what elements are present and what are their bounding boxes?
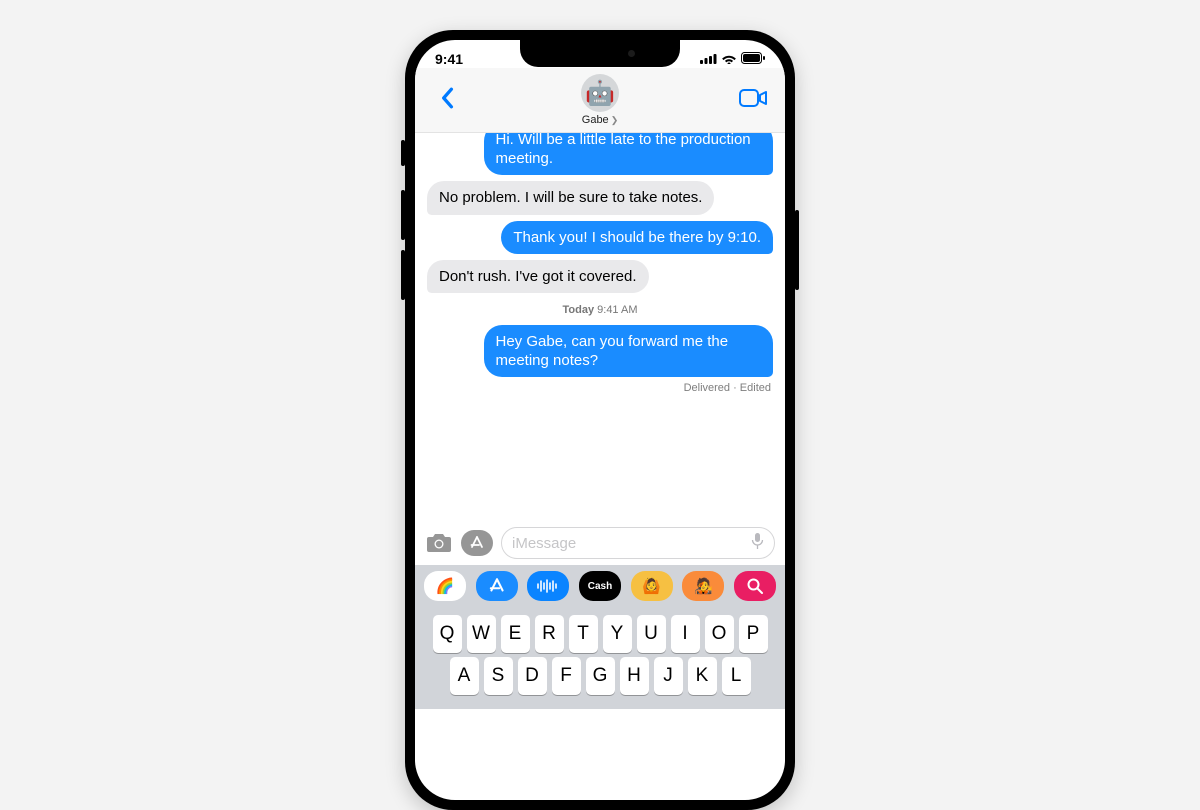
- key-e[interactable]: E: [501, 615, 530, 653]
- facetime-button[interactable]: [739, 89, 767, 112]
- key-k[interactable]: K: [688, 657, 717, 695]
- message-status-label: Delivered · Edited: [684, 382, 771, 394]
- battery-icon: [741, 51, 765, 67]
- status-indicators: [700, 51, 765, 67]
- wifi-icon: [721, 51, 737, 67]
- key-a[interactable]: A: [450, 657, 479, 695]
- phone-screen: 9:41 🤖: [415, 40, 785, 800]
- key-w[interactable]: W: [467, 615, 496, 653]
- timestamp-label: Today 9:41 AM: [423, 304, 777, 316]
- app-appstore[interactable]: [476, 571, 518, 601]
- message-bubble[interactable]: Hi. Will be a little late to the product…: [484, 133, 774, 175]
- message-placeholder: iMessage: [512, 535, 576, 552]
- chevron-right-icon: ❯: [611, 115, 619, 126]
- app-memoji2[interactable]: 🧑‍🎤: [682, 571, 724, 601]
- key-i[interactable]: I: [671, 615, 700, 653]
- app-search[interactable]: [734, 571, 776, 601]
- phone-frame: 9:41 🤖: [405, 30, 795, 810]
- notch: [520, 40, 680, 67]
- avatar: 🤖: [581, 74, 619, 112]
- status-time: 9:41: [435, 51, 463, 67]
- key-u[interactable]: U: [637, 615, 666, 653]
- key-s[interactable]: S: [484, 657, 513, 695]
- app-strip: 🌈 Cash 🙆 🧑‍🎤: [415, 565, 785, 607]
- message-bubble[interactable]: Hey Gabe, can you forward me the meeting…: [484, 325, 774, 377]
- message-thread[interactable]: Hi. Will be a little late to the product…: [415, 133, 785, 521]
- conversation-header: 🤖 Gabe ❯: [415, 68, 785, 133]
- key-f[interactable]: F: [552, 657, 581, 695]
- message-bubble[interactable]: Thank you! I should be there by 9:10.: [501, 221, 773, 254]
- app-audio[interactable]: [527, 571, 569, 601]
- message-bubble[interactable]: No problem. I will be sure to take notes…: [427, 181, 714, 214]
- key-p[interactable]: P: [739, 615, 768, 653]
- key-t[interactable]: T: [569, 615, 598, 653]
- message-input[interactable]: iMessage: [501, 527, 775, 559]
- key-y[interactable]: Y: [603, 615, 632, 653]
- app-memoji1[interactable]: 🙆: [631, 571, 673, 601]
- app-cash[interactable]: Cash: [579, 571, 621, 601]
- key-j[interactable]: J: [654, 657, 683, 695]
- back-button[interactable]: [440, 87, 454, 114]
- contact-name: Gabe: [582, 114, 609, 126]
- contact-header-button[interactable]: 🤖 Gabe ❯: [581, 74, 619, 126]
- input-bar: iMessage: [415, 521, 785, 565]
- key-h[interactable]: H: [620, 657, 649, 695]
- key-r[interactable]: R: [535, 615, 564, 653]
- contact-name-line: Gabe ❯: [582, 114, 618, 126]
- camera-button[interactable]: [425, 530, 453, 556]
- dictate-icon[interactable]: [751, 532, 764, 554]
- key-g[interactable]: G: [586, 657, 615, 695]
- app-photos[interactable]: 🌈: [424, 571, 466, 601]
- cellular-icon: [700, 51, 717, 67]
- key-o[interactable]: O: [705, 615, 734, 653]
- message-bubble[interactable]: Don't rush. I've got it covered.: [427, 260, 649, 293]
- keyboard: QWERTYUIOP ASDFGHJKL: [415, 607, 785, 709]
- key-d[interactable]: D: [518, 657, 547, 695]
- key-q[interactable]: Q: [433, 615, 462, 653]
- key-l[interactable]: L: [722, 657, 751, 695]
- app-drawer-button[interactable]: [461, 530, 493, 556]
